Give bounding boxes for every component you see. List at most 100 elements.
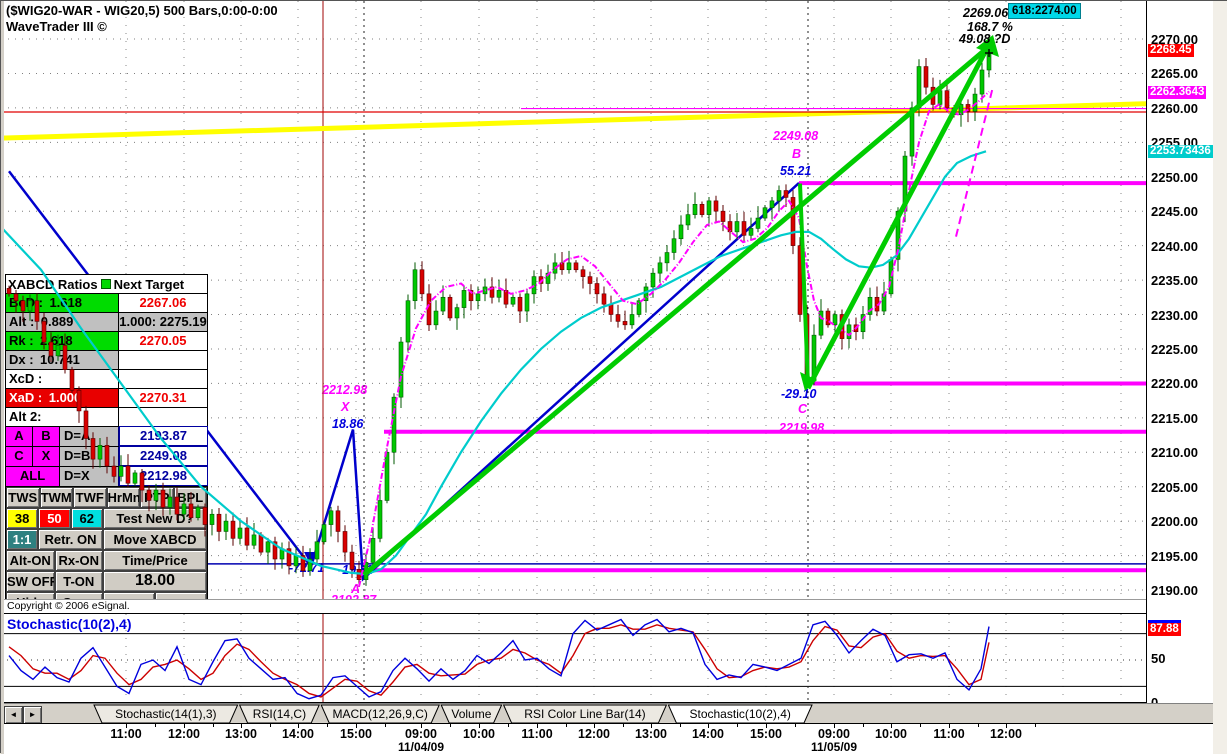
button-hide[interactable]: Hide [6,592,55,599]
time-tick [708,724,709,728]
price-marker-last-price: 2268.45 [1148,43,1194,57]
window-left-edge [1,1,4,754]
button-prev[interactable]: << [103,592,155,599]
point-button-x[interactable]: X [33,447,60,466]
button-18-00[interactable]: 18.00 [103,571,207,592]
time-minor-tick [795,724,796,727]
ratio-target-value [119,408,207,426]
ratio-target-value: 2270.05 [119,332,207,350]
price-chart-pane[interactable]: XABCD Ratios Next Target BcD : 1.618 2267… [1,1,1146,599]
tab-scroll-right-button[interactable]: ► [23,706,42,724]
time-minor-tick [737,724,738,727]
button-alt-on[interactable]: Alt-ON [6,550,55,571]
point-equation-label: D=A [60,427,119,446]
button-twm[interactable]: TWM [39,487,73,508]
button-test-new-d[interactable]: Test New D? [102,508,207,529]
price-marker-ma-fast: 2262.3643 [1148,85,1207,99]
stochastic-value-marker: 87.88 [1148,619,1181,636]
panel-title: XABCD Ratios [8,276,98,292]
button-move-xabcd[interactable]: Move XABCD [103,529,207,550]
study-tab-bar: ◄ ► Stochastic(14(1),3) RSI(14,C) MACD(12,… [1,703,1227,724]
time-minor-tick [213,724,214,727]
ratio-label: Alt : 0.889 [6,313,119,331]
tab-volume[interactable]: Volume [440,704,503,724]
copyright-text: Copyright © 2006 eSignal. [1,599,1146,613]
time-tick [651,724,652,728]
button-retr-on[interactable]: Retr. ON [38,529,103,550]
time-axis-label: 12:00 [990,727,1022,741]
tab-rsi-14-c-[interactable]: RSI(14,C) [238,704,320,724]
button-sw-off[interactable]: SW OFF [6,571,55,592]
point-button-c[interactable]: C [6,447,33,466]
time-tick [479,724,480,728]
point-equation-label: D=B [60,447,119,466]
time-minor-tick [680,724,681,727]
price-axis-label: 2260.00 [1151,100,1198,116]
button-time-price[interactable]: Time/Price [103,550,207,571]
time-axis-label: 11:00 [521,727,553,741]
window-right-edge [1213,1,1227,754]
time-axis-date: 11/05/09 [810,740,858,754]
tab-stochastic-10-2-4-[interactable]: Stochastic(10(2),4) [667,704,813,724]
stochastic-study-label: Stochastic(10(2),4) [7,616,132,632]
time-axis-label: 15:00 [340,727,372,741]
time-axis-date: 11/04/09 [397,740,445,754]
time-axis-label: 14:00 [282,727,314,741]
svg-text:Stochastic(10(2),4): Stochastic(10(2),4) [690,707,791,721]
svg-text:Volume: Volume [451,707,491,721]
price-axis-label: 2240.00 [1151,238,1198,254]
point-equation-label: D=X [60,467,119,486]
time-tick [356,724,357,728]
time-axis-label: 12:00 [168,727,200,741]
time-axis[interactable]: 11:00 12:00 13:00 14:00 15:00 09:00 10:00 11:00… [1,723,1227,754]
button-50[interactable]: 50 [38,508,71,529]
time-minor-tick [508,724,509,727]
time-minor-tick [920,724,921,727]
button-t-on[interactable]: T-ON [54,571,103,592]
button-rx-on[interactable]: Rx-ON [54,550,103,571]
ratio-row: XaD : 1.000 2270.31 [6,389,207,408]
button-gann[interactable]: Gann [54,592,103,599]
button-bpl[interactable]: BPL [173,487,207,508]
point-button-b[interactable]: B [33,427,60,446]
price-marker-ma-slow: 2253.73436 [1148,145,1213,159]
button-38[interactable]: 38 [6,508,39,529]
tab-macd-12-26-9-c-[interactable]: MACD(12,26,9,C) [320,704,440,724]
time-tick [298,724,299,728]
stochastic-pane[interactable]: Stochastic(10(2),4) [1,613,1146,703]
button-next[interactable]: >> [155,592,207,599]
price-axis[interactable]: 2270.00 2265.00 2260.00 2255.00 2250.00 2245.… [1146,1,1213,710]
time-minor-tick [327,724,328,727]
ratio-row: Alt : 0.889 1.000: 2275.19 [6,313,207,332]
time-tick [891,724,892,728]
ratio-target-value [119,370,207,388]
time-tick [537,724,538,728]
ratio-target-value: 2270.31 [119,389,207,407]
point-price-value: 2249.08 [119,446,208,466]
point-button-a[interactable]: A [6,427,33,446]
green-square-icon [100,279,111,289]
time-tick [949,724,950,728]
ratio-target-value: 2267.06 [119,294,207,312]
button-tws[interactable]: TWS [6,487,40,508]
tab-stochastic-14-1-3-[interactable]: Stochastic(14(1),3) [93,704,239,724]
button-62[interactable]: 62 [70,508,103,529]
ratio-row: Alt 2: [6,408,207,427]
time-tick [126,724,127,728]
tab-rsi-color-line-bar-14-[interactable]: RSI Color Line Bar(14) [502,704,668,724]
button-hrmn[interactable]: HrMn [106,487,140,508]
tab-scroll-left-button[interactable]: ◄ [4,706,23,724]
time-axis-label: 13:00 [225,727,257,741]
price-axis-label: 2230.00 [1151,307,1198,323]
time-tick [241,724,242,728]
button-ptp[interactable]: PTP [140,487,174,508]
point-button-all[interactable]: ALL [6,467,60,486]
price-axis-label: 2200.00 [1151,514,1198,530]
button-twf[interactable]: TWF [73,487,107,508]
ratio-label: XcD : [6,370,119,388]
button-1-1[interactable]: 1:1 [6,529,38,550]
time-axis-label: 11:00 [110,727,142,741]
osc-axis-label: 50 [1151,651,1166,666]
point-price-value: 2193.87 [119,426,208,446]
ratio-label: Rk : 2.618 [6,332,119,350]
